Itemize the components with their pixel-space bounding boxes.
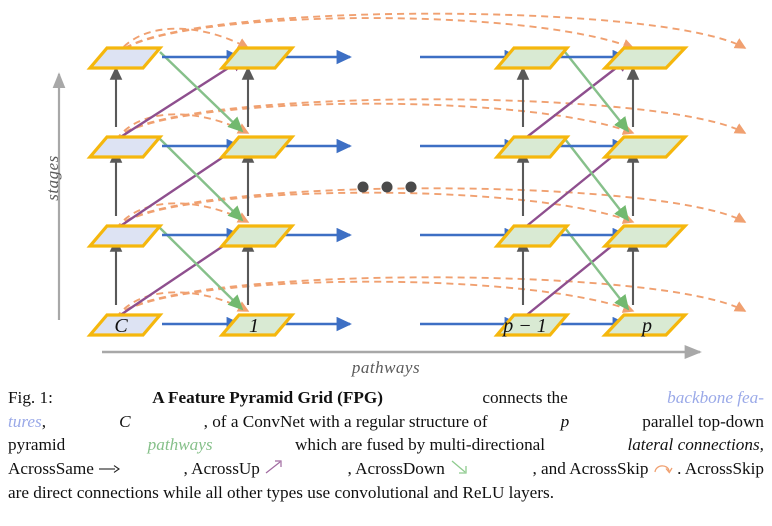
node-1-stage3 [218, 135, 296, 159]
caption-line-4: AcrossSame , AcrossUp , AcrossDown , and… [8, 457, 764, 482]
caption-l4-end: . AcrossSkip [677, 458, 764, 478]
caption-lateral-term: lateral connections, [627, 435, 764, 454]
caption-l2-comma: , [41, 411, 47, 431]
node-pm1-stage2 [493, 224, 571, 248]
caption-across-down: , AcrossDown [347, 458, 445, 478]
caption-fig-number: Fig. 1: [8, 388, 53, 407]
node-label-p-minus-1: p − 1 [501, 315, 547, 337]
caption-l3-a: pyramid [8, 435, 66, 454]
node-column-1 [218, 46, 296, 337]
caption-across-up: , AcrossUp [183, 458, 260, 478]
node-c-stage3 [86, 135, 164, 159]
caption-l2-b: , of a ConvNet with a regular structure … [203, 411, 488, 431]
node-column-c [86, 46, 164, 337]
caption-l3-b: which are fused by multi-directional [294, 435, 546, 454]
across-up-connections [115, 56, 631, 319]
caption-l2-group-a: tures, [8, 410, 46, 434]
caption-line-1: Fig. 1: A Feature Pyramid Grid (FPG) con… [8, 386, 764, 410]
node-1-stage2 [218, 224, 296, 248]
caption-line-3: pyramid pathways which are fused by mult… [8, 433, 764, 457]
node-c-stage2 [86, 224, 164, 248]
across-down-arrow-icon [449, 458, 469, 482]
caption-title: A Feature Pyramid Grid (FPG) [152, 388, 383, 407]
caption-backbone-term-cont: tures [8, 411, 42, 431]
node-c-stage4 [86, 46, 164, 70]
caption-across-skip-group: , and AcrossSkip . AcrossSkip [532, 457, 764, 482]
caption-symbol-c: C [119, 411, 131, 431]
caption-pathways-term: pathways [147, 435, 213, 454]
node-pm1-stage4 [493, 46, 571, 70]
node-label-p: p [640, 315, 652, 337]
axis-label-stages: stages [43, 155, 62, 201]
across-skip-arrow-icon [653, 458, 673, 482]
caption-l2-c: parallel top-down [642, 411, 764, 431]
fpg-svg: C 1 p − 1 p [52, 12, 747, 359]
node-1-stage4 [218, 46, 296, 70]
node-p-stage2 [601, 224, 689, 248]
node-pm1-stage3 [493, 135, 571, 159]
node-p-stage4 [601, 46, 689, 70]
figure-caption: Fig. 1: A Feature Pyramid Grid (FPG) con… [8, 386, 764, 505]
across-same-connections [162, 49, 628, 332]
caption-line-2: tures, C , of a ConvNet with a regular s… [8, 410, 764, 434]
caption-l1-a: connects the [482, 388, 568, 407]
axis-label-pathways: pathways [351, 358, 421, 377]
caption-across-same-group: AcrossSame [8, 457, 121, 482]
across-up-arrow-icon [264, 458, 284, 482]
node-label-c: C [114, 315, 128, 337]
fpg-diagram: C 1 p − 1 p stages pathways [0, 0, 772, 380]
caption-line-5: are direct connections while all other t… [8, 483, 555, 503]
caption-across-skip: , and AcrossSkip [532, 458, 649, 478]
caption-across-same: AcrossSame [8, 458, 94, 478]
across-same-arrow-icon [98, 458, 121, 482]
caption-backbone-term: backbone fea- [667, 388, 764, 407]
node-column-p [601, 46, 689, 337]
caption-across-down-group: , AcrossDown [347, 457, 469, 482]
node-label-1: 1 [249, 315, 259, 337]
caption-symbol-p: p [560, 411, 570, 431]
across-down-connections [159, 51, 630, 311]
caption-across-up-group: , AcrossUp [184, 457, 285, 482]
ellipsis-dots [357, 181, 417, 193]
node-p-stage3 [601, 135, 689, 159]
